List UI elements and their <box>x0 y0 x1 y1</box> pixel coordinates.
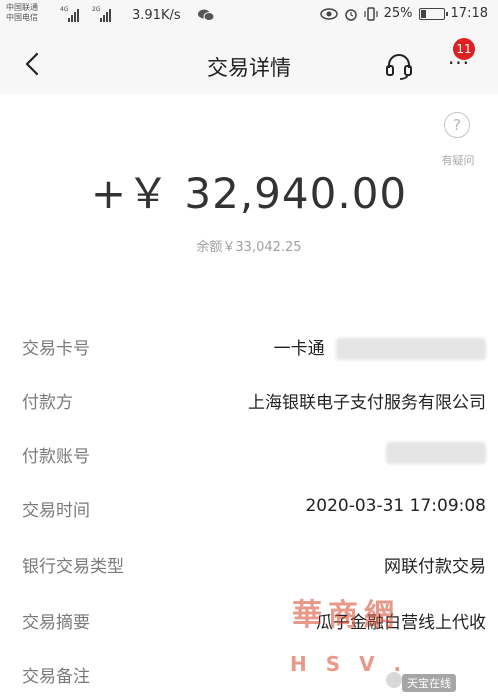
account-balance: 余额￥33,042.25 <box>196 240 302 255</box>
battery-icon <box>418 7 448 20</box>
carrier-names: 中国联通 中国电信 <box>6 3 38 23</box>
payer-account-value <box>386 442 486 464</box>
network-speed: 3.91K/s <box>132 8 181 23</box>
detail-row-payer-account: 付款账号 <box>0 432 498 472</box>
card-number-label: 交易卡号 <box>22 339 90 359</box>
status-bar: 中国联通 中国电信 4G 2G 3.91K/s 25% 17:18 <box>0 0 498 34</box>
transaction-amount: +￥ 32,940.00 <box>90 169 408 218</box>
page-title: 交易详情 <box>207 56 291 80</box>
signal-icon <box>68 8 79 22</box>
detail-row-summary: 交易摘要 瓜子金融白营线上代收 <box>0 598 498 638</box>
payer-value: 上海银联电子支付服务有限公司 <box>248 393 486 413</box>
vibrate-icon <box>364 6 378 21</box>
payer-account-label: 付款账号 <box>22 447 90 467</box>
wechat-icon <box>198 9 214 21</box>
carrier-1: 中国联通 <box>6 3 38 12</box>
status-right: 25% 17:18 <box>319 6 488 21</box>
detail-row-type: 银行交易类型 网联付款交易 <box>0 542 498 582</box>
clock: 17:18 <box>450 6 488 21</box>
carrier-2: 中国电信 <box>6 13 38 22</box>
customer-service-icon[interactable] <box>384 52 414 80</box>
transaction-time-value: 2020-03-31 17:09:08 <box>305 496 486 516</box>
battery-percent: 25% <box>383 6 413 21</box>
alarm-icon <box>344 8 357 21</box>
transaction-time-label: 交易时间 <box>22 501 90 521</box>
transaction-type-label: 银行交易类型 <box>22 557 124 577</box>
remark-label: 交易备注 <box>22 667 90 687</box>
watermark-logo: 華商網 <box>292 598 400 633</box>
question-icon: ? <box>444 112 470 138</box>
detail-row-time: 交易时间 2020-03-31 17:09:08 <box>0 486 498 526</box>
signal-icon-2 <box>100 8 111 22</box>
summary-label: 交易摘要 <box>22 613 90 633</box>
card-number-value: 一卡通 <box>274 334 486 360</box>
credit-avatar-icon <box>386 672 402 688</box>
masked-card-number <box>336 338 486 360</box>
eye-icon <box>319 7 338 20</box>
transaction-type-value: 网联付款交易 <box>384 557 486 577</box>
masked-account-number <box>386 442 486 464</box>
detail-row-payer: 付款方 上海银联电子支付服务有限公司 <box>0 378 498 418</box>
detail-row-card-number: 交易卡号 一卡通 <box>0 324 498 364</box>
card-name: 一卡通 <box>273 339 325 359</box>
watermark-credit: 天宝在线 <box>402 674 456 692</box>
notification-badge: 11 <box>453 38 475 60</box>
nav-bar: 交易详情 ··· <box>0 34 498 94</box>
payer-label: 付款方 <box>22 393 73 413</box>
